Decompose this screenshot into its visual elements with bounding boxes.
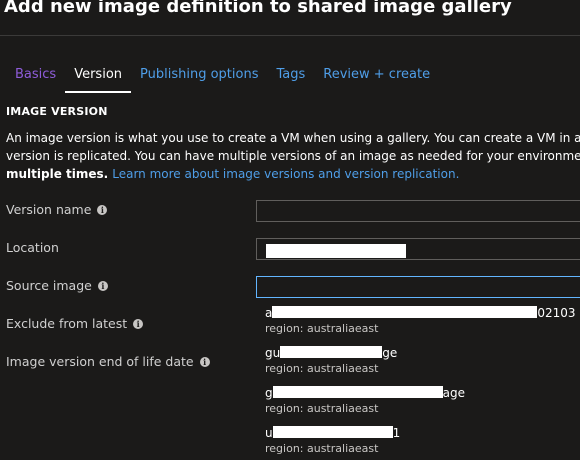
blade: Add new image definition to shared image… <box>0 0 580 460</box>
option-name-suffix: 1 <box>392 426 401 440</box>
description-line: An image version is what you use to crea… <box>6 131 580 145</box>
tab-bar: Basics Version Publishing options Tags R… <box>6 63 439 93</box>
option-region: region: australiaeast <box>265 362 379 375</box>
option-name-suffix: age <box>442 386 465 400</box>
version-name-label-text: Version name <box>6 202 92 217</box>
end-of-life-label-text: Image version end of life date <box>6 354 194 369</box>
info-icon[interactable]: i <box>97 204 108 215</box>
version-name-label: Version name i <box>6 202 108 217</box>
page-title: Add new image definition to shared image… <box>4 0 512 17</box>
tab-basics[interactable]: Basics <box>6 63 65 91</box>
source-image-option[interactable]: g age region: australiaeast <box>265 382 580 422</box>
option-region: region: australiaeast <box>265 322 379 335</box>
redacted-name <box>272 426 393 438</box>
option-region: region: australiaeast <box>265 442 379 455</box>
option-name: gu ge <box>265 346 397 360</box>
location-label-text: Location <box>6 240 59 255</box>
option-name: a 02103 <box>265 306 576 320</box>
end-of-life-label: Image version end of life date i <box>6 354 210 369</box>
option-name-prefix: g <box>265 386 273 400</box>
version-name-input[interactable] <box>256 200 580 222</box>
section-description: An image version is what you use to crea… <box>6 129 580 183</box>
option-name-prefix: a <box>265 306 273 320</box>
section-heading: IMAGE VERSION <box>6 105 108 118</box>
source-image-input[interactable] <box>256 276 580 298</box>
description-line: version is replicated. You can have mult… <box>6 149 580 163</box>
source-image-option[interactable]: a 02103 region: australiaeast <box>265 302 580 342</box>
option-name-suffix: 02103 <box>537 306 576 320</box>
description-line: multiple times. Learn more about image ve… <box>6 165 580 183</box>
source-image-dropdown: a 02103 region: australiaeast gu ge region… <box>256 299 580 460</box>
info-icon[interactable]: i <box>97 280 108 291</box>
tab-review-create[interactable]: Review + create <box>314 63 439 91</box>
redacted-name <box>272 306 538 318</box>
tab-tags[interactable]: Tags <box>267 63 314 91</box>
option-region: region: australiaeast <box>265 402 379 415</box>
option-name-prefix: u <box>265 426 273 440</box>
exclude-from-latest-label-text: Exclude from latest <box>6 316 128 331</box>
source-image-label: Source image i <box>6 278 108 293</box>
description-line-bold: multiple times. <box>6 167 109 181</box>
header-divider <box>0 35 580 36</box>
location-select[interactable] <box>256 238 580 260</box>
location-label: Location <box>6 240 59 255</box>
redacted-location-value <box>266 244 406 258</box>
source-image-label-text: Source image <box>6 278 92 293</box>
info-icon[interactable]: i <box>133 318 144 329</box>
tab-version[interactable]: Version <box>65 63 132 93</box>
option-name: g age <box>265 386 465 400</box>
source-image-option[interactable]: u1 region: australiaeast <box>265 422 580 460</box>
source-image-option[interactable]: gu ge region: australiaeast <box>265 342 580 382</box>
tab-publishing-options[interactable]: Publishing options <box>131 63 267 91</box>
option-name: u1 <box>265 426 400 440</box>
redacted-name <box>272 386 443 398</box>
info-icon[interactable]: i <box>199 356 210 367</box>
exclude-from-latest-label: Exclude from latest i <box>6 316 144 331</box>
option-name-prefix: gu <box>265 346 281 360</box>
learn-more-link[interactable]: Learn more about image versions and vers… <box>112 167 459 181</box>
redacted-name <box>280 346 383 358</box>
option-name-suffix: ge <box>382 346 398 360</box>
